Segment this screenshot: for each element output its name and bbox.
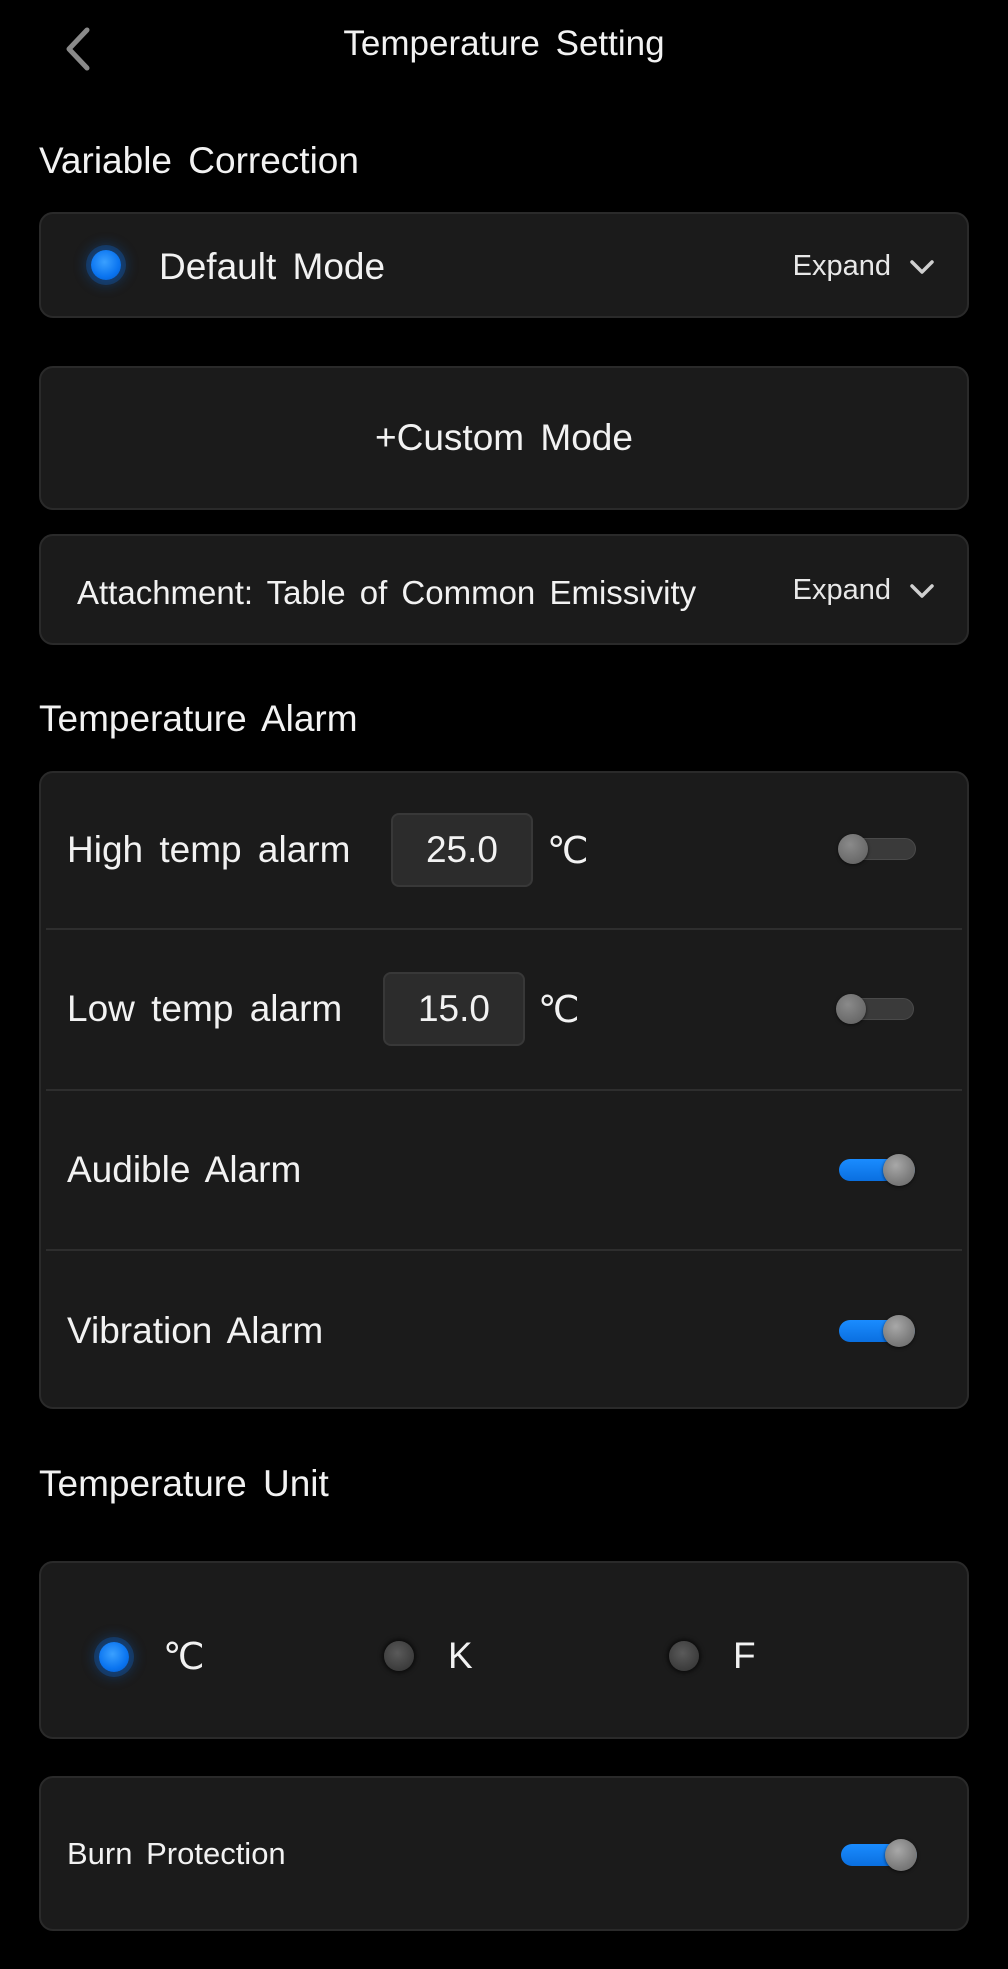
vibration-alarm-label: Vibration Alarm <box>67 1310 324 1351</box>
attachment-expand-button[interactable]: Expand <box>793 574 935 607</box>
audible-alarm-label: Audible Alarm <box>67 1149 302 1190</box>
low-temp-unit: ℃ <box>538 989 580 1030</box>
attachment-label: Attachment: Table of Common Emissivity <box>77 574 697 611</box>
unit-option-celsius[interactable]: ℃ <box>99 1635 205 1678</box>
default-mode-radio[interactable] <box>91 250 121 280</box>
celsius-radio[interactable] <box>99 1641 129 1672</box>
burn-protection-label: Burn Protection <box>67 1836 286 1871</box>
custom-mode-button[interactable]: +Custom Mode <box>39 366 969 510</box>
divider <box>46 1249 962 1251</box>
low-temp-alarm-toggle[interactable] <box>836 989 916 1029</box>
low-temp-alarm-label: Low temp alarm <box>67 988 343 1029</box>
attachment-card[interactable]: Attachment: Table of Common Emissivity E… <box>39 534 969 645</box>
kelvin-radio[interactable] <box>384 1641 414 1671</box>
section-title-variable-correction: Variable Correction <box>39 140 359 181</box>
fahrenheit-label: F <box>733 1635 756 1676</box>
celsius-label: ℃ <box>163 1636 205 1677</box>
fahrenheit-radio[interactable] <box>669 1641 699 1671</box>
unit-option-fahrenheit[interactable]: F <box>669 1635 756 1677</box>
section-title-temperature-alarm: Temperature Alarm <box>39 698 358 739</box>
chevron-down-icon <box>910 583 934 598</box>
chevron-down-icon <box>910 259 934 274</box>
default-mode-expand-button[interactable]: Expand <box>793 250 935 283</box>
divider <box>46 1089 962 1091</box>
audible-alarm-toggle[interactable] <box>837 1150 917 1190</box>
high-temp-alarm-toggle[interactable] <box>838 829 918 869</box>
custom-mode-label: +Custom Mode <box>375 417 633 458</box>
expand-label: Expand <box>792 250 891 282</box>
vibration-alarm-toggle[interactable] <box>837 1311 917 1351</box>
low-temp-value-input[interactable]: 15.0 <box>383 972 525 1046</box>
burn-protection-card: Burn Protection <box>39 1776 969 1931</box>
high-temp-unit: ℃ <box>547 830 589 871</box>
temperature-unit-card: ℃ K F <box>39 1561 969 1739</box>
divider <box>46 928 962 930</box>
kelvin-label: K <box>448 1635 473 1676</box>
default-mode-label: Default Mode <box>159 246 386 287</box>
high-temp-alarm-label: High temp alarm <box>67 829 351 870</box>
section-title-temperature-unit: Temperature Unit <box>39 1463 329 1504</box>
unit-option-kelvin[interactable]: K <box>384 1635 473 1677</box>
high-temp-value-input[interactable]: 25.0 <box>391 813 533 887</box>
default-mode-card[interactable]: Default Mode Expand <box>39 212 969 318</box>
burn-protection-toggle[interactable] <box>839 1835 919 1875</box>
expand-label: Expand <box>792 574 891 606</box>
page-title: Temperature Setting <box>343 24 665 63</box>
